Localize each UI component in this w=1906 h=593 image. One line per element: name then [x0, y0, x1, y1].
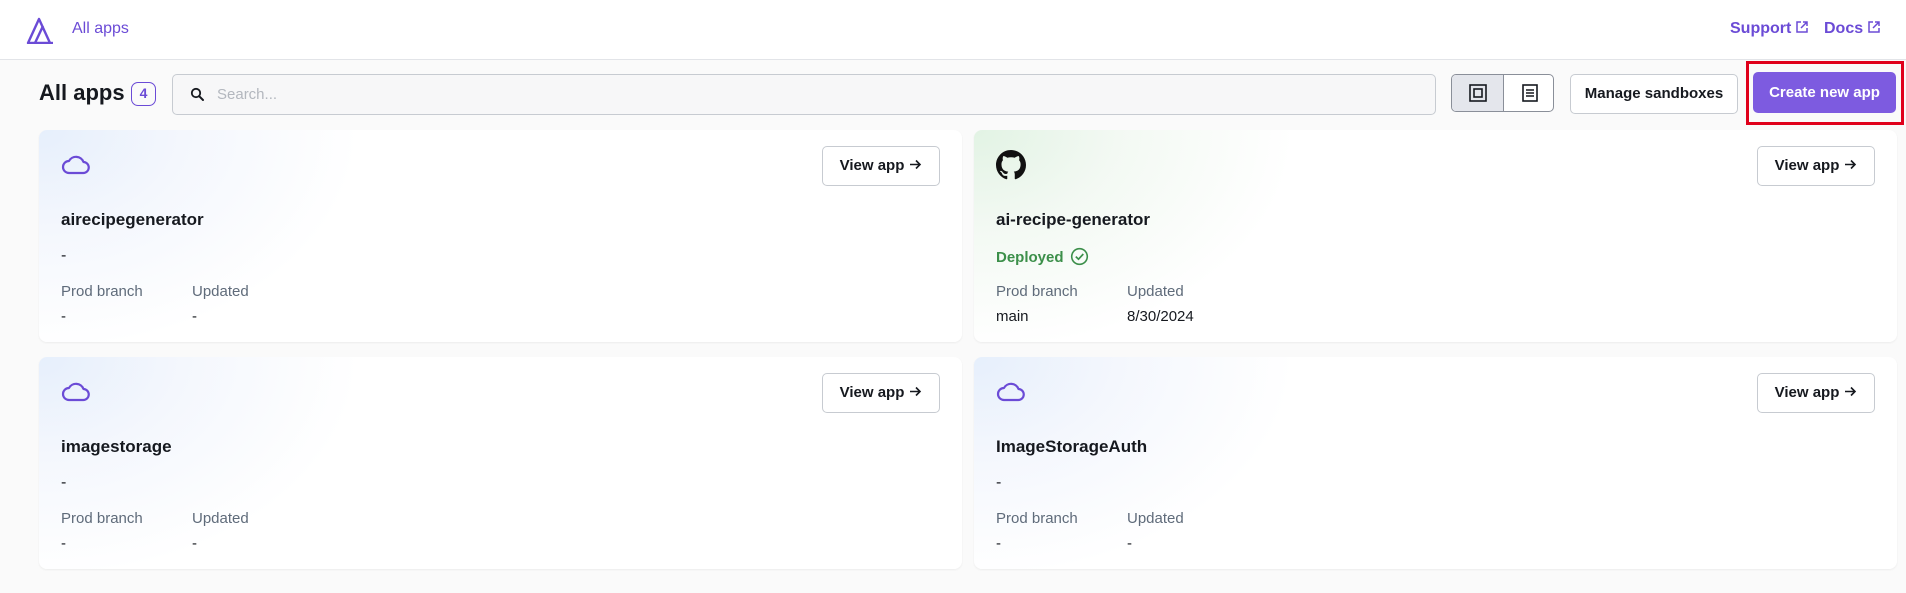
prod-branch-value: - — [61, 308, 66, 325]
list-view-icon — [1522, 84, 1538, 102]
view-app-button[interactable]: View app — [822, 146, 940, 186]
search-icon — [190, 87, 204, 101]
prod-branch-label: Prod branch — [996, 283, 1078, 300]
search-box[interactable] — [172, 74, 1436, 115]
app-card: View app ai-recipe-generator Deployed Pr… — [974, 130, 1897, 342]
app-name[interactable]: ImageStorageAuth — [996, 437, 1147, 457]
status-label: Deployed — [996, 249, 1064, 266]
manage-sandboxes-button[interactable]: Manage sandboxes — [1570, 74, 1738, 114]
app-status: - — [61, 247, 67, 264]
docs-link[interactable]: Docs — [1824, 20, 1881, 38]
view-toggle — [1451, 74, 1554, 112]
app-name[interactable]: ai-recipe-generator — [996, 210, 1150, 230]
cloud-icon — [61, 382, 90, 402]
prod-branch-label: Prod branch — [996, 510, 1078, 527]
top-nav: All apps Support Docs — [0, 0, 1906, 60]
view-app-button[interactable]: View app — [1757, 373, 1875, 413]
nav-all-apps-link[interactable]: All apps — [72, 20, 129, 38]
prod-branch-label: Prod branch — [61, 283, 143, 300]
app-card: View app airecipegenerator - Prod branch… — [39, 130, 962, 342]
updated-value: - — [192, 308, 197, 325]
external-link-icon — [1796, 21, 1809, 33]
app-name[interactable]: airecipegenerator — [61, 210, 204, 230]
updated-label: Updated — [192, 510, 249, 527]
search-input[interactable] — [217, 75, 1417, 114]
check-circle-icon — [1070, 247, 1088, 266]
support-link[interactable]: Support — [1730, 20, 1809, 38]
prod-branch-value: - — [996, 535, 1001, 552]
updated-label: Updated — [1127, 510, 1184, 527]
cloud-icon — [61, 155, 90, 175]
updated-value: 8/30/2024 — [1127, 308, 1194, 325]
list-view-button[interactable] — [1504, 75, 1553, 111]
app-count-badge: 4 — [131, 82, 156, 106]
app-status: - — [61, 474, 67, 491]
grid-view-icon — [1469, 84, 1487, 102]
cloud-icon — [996, 382, 1025, 402]
view-app-button[interactable]: View app — [822, 373, 940, 413]
amplify-logo-icon[interactable] — [26, 17, 54, 44]
view-app-label: View app — [839, 157, 905, 174]
app-name[interactable]: imagestorage — [61, 437, 172, 457]
app-card: View app imagestorage - Prod branch Upda… — [39, 357, 962, 569]
updated-label: Updated — [192, 283, 249, 300]
updated-label: Updated — [1127, 283, 1184, 300]
prod-branch-value: - — [61, 535, 66, 552]
updated-value: - — [192, 535, 197, 552]
external-link-icon — [1868, 21, 1880, 33]
app-card: View app ImageStorageAuth - Prod branch … — [974, 357, 1897, 569]
github-icon — [996, 150, 1026, 180]
grid-view-button[interactable] — [1452, 75, 1504, 111]
prod-branch-label: Prod branch — [61, 510, 143, 527]
create-new-app-button[interactable]: Create new app — [1753, 72, 1896, 113]
prod-branch-value: main — [996, 308, 1029, 325]
arrow-right-icon — [910, 386, 922, 397]
view-app-label: View app — [839, 384, 905, 401]
arrow-right-icon — [910, 159, 922, 170]
view-app-label: View app — [1774, 157, 1840, 174]
page-title: All apps — [39, 80, 125, 105]
support-link-label: Support — [1730, 20, 1792, 37]
app-status: - — [996, 474, 1002, 491]
arrow-right-icon — [1845, 386, 1857, 397]
deployed-status: Deployed — [996, 247, 1089, 266]
view-app-button[interactable]: View app — [1757, 146, 1875, 186]
view-app-label: View app — [1774, 384, 1840, 401]
arrow-right-icon — [1845, 159, 1857, 170]
updated-value: - — [1127, 535, 1132, 552]
docs-link-label: Docs — [1824, 20, 1864, 37]
